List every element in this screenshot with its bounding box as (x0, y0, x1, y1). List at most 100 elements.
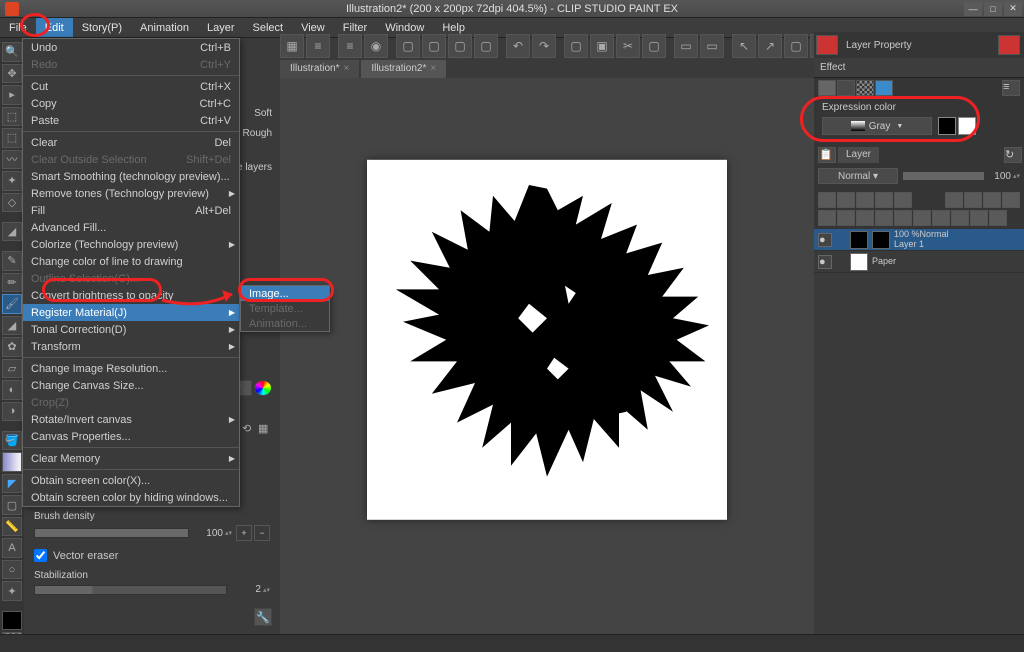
density-value[interactable]: 100 (195, 528, 223, 539)
layer-move-icon[interactable]: ⬚ (2, 107, 22, 127)
stabilization-value[interactable]: 2 (233, 584, 261, 595)
lyr-new-icon[interactable] (818, 210, 836, 226)
color-wheel-icon[interactable] (254, 380, 272, 396)
lyr-paste-icon[interactable] (932, 210, 950, 226)
artboard[interactable] (367, 160, 727, 520)
lyr-down-icon[interactable] (989, 210, 1007, 226)
canvas-tab-0[interactable]: Illustration*× (280, 60, 359, 78)
airbrush-tool-icon[interactable]: ◢ (2, 316, 22, 336)
maximize-button[interactable]: □ (984, 2, 1002, 16)
density-slider[interactable] (34, 528, 189, 538)
effect-layer-color-icon[interactable] (856, 80, 874, 96)
save-icon[interactable]: ▢ (448, 34, 472, 58)
stabilization-slider[interactable] (34, 585, 227, 595)
rotate-l-icon[interactable]: ↖ (732, 34, 756, 58)
history-tool-icon[interactable]: ◑ (2, 402, 22, 422)
layer-row[interactable]: ● 100 %NormalLayer 1 (814, 229, 1024, 251)
layer-row[interactable]: ● Paper (814, 251, 1024, 273)
close-icon[interactable]: × (343, 63, 349, 74)
menu-item-fill[interactable]: FillAlt+Del (23, 202, 239, 219)
visibility-icon[interactable]: ● (818, 255, 832, 269)
lyr-btn-4[interactable] (875, 192, 893, 208)
menu-item-change-image-resolution-[interactable]: Change Image Resolution... (23, 360, 239, 377)
eyedropper-icon[interactable]: ◢ (2, 222, 22, 242)
menu-item-obtain-screen-color-x-[interactable]: Obtain screen color(X)... (23, 472, 239, 489)
grid-icon[interactable]: ▦ (280, 34, 304, 58)
cut-icon[interactable]: ✂ (616, 34, 640, 58)
lyr-btn-5[interactable] (894, 192, 912, 208)
shrink-tool-icon[interactable]: ◇ (2, 193, 22, 213)
blend-tool-icon[interactable]: ◐ (2, 380, 22, 400)
minimize-button[interactable]: — (964, 2, 982, 16)
zoom-tool-icon[interactable]: 🔍 (2, 42, 22, 62)
opacity-slider[interactable] (902, 171, 985, 181)
figure-tool-icon[interactable]: ◤ (2, 474, 22, 494)
wrench-icon[interactable]: 🔧 (254, 608, 272, 626)
undo-icon[interactable]: ↶ (506, 34, 530, 58)
refresh-icon[interactable]: ↻ (1004, 147, 1022, 163)
operation-tool-icon[interactable]: ▸ (2, 85, 22, 105)
correct-tool-icon[interactable]: ✦ (2, 581, 22, 601)
lyr-dup-icon[interactable] (856, 210, 874, 226)
brush-tool-icon[interactable]: 🖌 (2, 294, 22, 314)
menu-item-undo[interactable]: UndoCtrl+B (23, 39, 239, 56)
wand-tool-icon[interactable]: ✦ (2, 171, 22, 191)
flip-icon[interactable]: ▢ (784, 34, 808, 58)
lock-icon[interactable]: ▦ (258, 422, 272, 436)
pen-tool-icon[interactable]: ✎ (2, 251, 22, 271)
menu-item-register-material-j-[interactable]: Register Material(J)▶ (23, 304, 239, 321)
redo-icon[interactable]: ↷ (532, 34, 556, 58)
layer-tab[interactable]: Layer (838, 147, 879, 163)
lyr-merge-icon[interactable] (875, 210, 893, 226)
reset-icon[interactable]: ⟲ (242, 422, 256, 436)
lyr-mask-icon[interactable] (894, 210, 912, 226)
open-icon[interactable]: ▢ (422, 34, 446, 58)
zoom-icon[interactable]: ▭ (674, 34, 698, 58)
fill-tool-icon[interactable]: 🪣 (2, 431, 22, 451)
vector-eraser-checkbox[interactable] (34, 549, 47, 562)
menu-item-remove-tones-technology-[interactable]: Remove tones (Technology preview)▶ (23, 185, 239, 202)
menu-item-convert-brightness-to-op[interactable]: Convert brightness to opacity (23, 287, 239, 304)
stepper-icon[interactable]: ▴▾ (263, 586, 270, 594)
outside-icon[interactable]: ▣ (590, 34, 614, 58)
menu-item-transform[interactable]: Transform▶ (23, 338, 239, 355)
eraser-tool-icon[interactable]: ▱ (2, 359, 22, 379)
close-button[interactable]: ✕ (1004, 2, 1022, 16)
balloon-tool-icon[interactable]: ○ (2, 560, 22, 580)
menu-item-clear[interactable]: ClearDel (23, 134, 239, 151)
layer-property-tab[interactable]: Layer Property (846, 40, 912, 51)
expr-swatch-black[interactable] (938, 117, 956, 135)
text-tool-icon[interactable]: A (2, 538, 22, 558)
frame-tool-icon[interactable]: ▢ (2, 495, 22, 515)
layer-icon[interactable]: 📋 (818, 147, 836, 163)
menu-item-obtain-screen-color-by-h[interactable]: Obtain screen color by hiding windows... (23, 489, 239, 506)
rotate-r-icon[interactable]: ↗ (758, 34, 782, 58)
menu-item-change-color-of-line-to-[interactable]: Change color of line to drawing (23, 253, 239, 270)
effect-border-icon[interactable] (818, 80, 836, 96)
list-icon[interactable]: ≡ (306, 34, 330, 58)
submenu-item-image-[interactable]: Image... (241, 286, 329, 301)
menu-file[interactable]: File (0, 18, 36, 37)
menu-story[interactable]: Story(P) (73, 18, 131, 37)
clear-icon[interactable]: ▢ (564, 34, 588, 58)
db-icon[interactable]: ≡ (338, 34, 362, 58)
close-icon[interactable]: × (430, 63, 436, 74)
panel-icon[interactable] (998, 35, 1020, 55)
opacity-value[interactable]: 100 (989, 171, 1011, 182)
lyr-ruler-icon[interactable] (913, 210, 931, 226)
lyr-del-icon[interactable] (951, 210, 969, 226)
menu-animation[interactable]: Animation (131, 18, 198, 37)
doc-icon[interactable]: ▢ (474, 34, 498, 58)
menu-layer[interactable]: Layer (198, 18, 244, 37)
lyr-up-icon[interactable] (970, 210, 988, 226)
nav-icon[interactable] (816, 35, 838, 55)
menu-item-copy[interactable]: CopyCtrl+C (23, 95, 239, 112)
effect-menu-icon[interactable]: ≡ (1002, 80, 1020, 96)
lyr-btn-9[interactable] (1002, 192, 1020, 208)
expression-color-dropdown[interactable]: Gray▼ (822, 117, 932, 135)
hand-icon[interactable]: ▭ (700, 34, 724, 58)
menu-item-paste[interactable]: PasteCtrl+V (23, 112, 239, 129)
effect-tone-icon[interactable] (837, 80, 855, 96)
menu-item-smart-smoothing-technolo[interactable]: Smart Smoothing (technology preview)... (23, 168, 239, 185)
expr-swatch-white[interactable] (958, 117, 976, 135)
